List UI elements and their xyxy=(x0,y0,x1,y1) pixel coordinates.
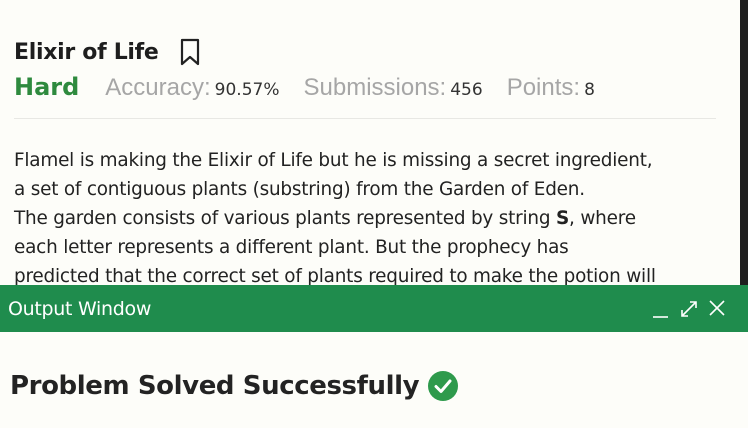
divider xyxy=(14,118,716,119)
string-variable: S xyxy=(555,208,570,229)
output-window-title: Output Window xyxy=(8,297,152,320)
close-icon[interactable] xyxy=(706,295,728,321)
problem-meta: Hard Accuracy: 90.57% Submissions: 456 P… xyxy=(14,73,619,102)
submissions-value: 456 xyxy=(450,80,483,100)
points-value: 8 xyxy=(584,80,595,100)
title-row: Elixir of Life xyxy=(14,38,201,66)
result-message: Problem Solved Successfully xyxy=(10,371,420,401)
accuracy-label: Accuracy: xyxy=(105,74,211,101)
output-window-body: Problem Solved Successfully xyxy=(0,332,748,428)
check-circle-icon xyxy=(427,370,459,402)
description-line: Flamel is making the Elixir of Life but … xyxy=(14,150,653,171)
problem-title: Elixir of Life xyxy=(14,39,159,65)
window-controls xyxy=(644,295,728,321)
result-row: Problem Solved Successfully xyxy=(10,370,459,402)
accuracy-value: 90.57% xyxy=(214,80,280,100)
output-window-header: Output Window xyxy=(0,285,748,332)
description-text: , where xyxy=(569,208,636,229)
submissions-label: Submissions: xyxy=(303,74,447,101)
expand-icon[interactable] xyxy=(678,295,700,321)
description-text: The garden consists of various plants re… xyxy=(14,208,556,229)
description-line: The garden consists of various plants re… xyxy=(14,204,726,233)
bookmark-icon[interactable] xyxy=(179,38,201,66)
problem-description: Flamel is making the Elixir of Life but … xyxy=(14,146,726,291)
difficulty-badge: Hard xyxy=(14,73,80,101)
description-line: each letter represents a different plant… xyxy=(14,237,569,258)
minimize-icon[interactable] xyxy=(650,295,672,321)
points-label: Points: xyxy=(506,74,581,101)
description-line: a set of contiguous plants (substring) f… xyxy=(14,179,585,200)
